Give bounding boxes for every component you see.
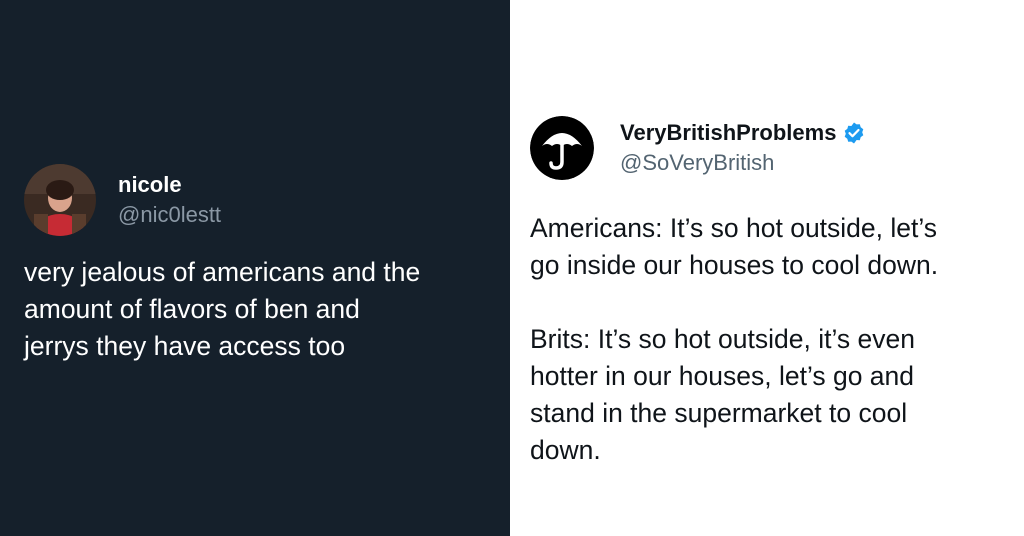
tweet-text: very jealous of americans and the amount… xyxy=(24,257,421,361)
tweet-header: nicole @nic0lestt xyxy=(24,164,494,236)
display-name[interactable]: VeryBritishProblems xyxy=(620,118,836,148)
umbrella-logo-icon xyxy=(530,116,594,180)
display-name-row: VeryBritishProblems xyxy=(620,118,866,148)
avatar-photo-icon xyxy=(24,164,96,236)
handle[interactable]: @nic0lestt xyxy=(118,200,221,230)
tweet-paragraph-2: Brits: It’s so hot outside, it’s even ho… xyxy=(530,324,915,465)
tweet-header: VeryBritishProblems @SoVeryBritish xyxy=(530,116,1000,180)
avatar[interactable] xyxy=(24,164,96,236)
tweet-paragraph-1: Americans: It’s so hot outside, let’s go… xyxy=(530,213,939,280)
handle[interactable]: @SoVeryBritish xyxy=(620,148,866,178)
verified-badge-icon xyxy=(845,122,864,144)
display-name[interactable]: nicole xyxy=(118,170,221,200)
tweet-nicole: nicole @nic0lestt very jealous of americ… xyxy=(24,164,494,365)
avatar[interactable] xyxy=(530,116,594,180)
tweet-verybritishproblems: VeryBritishProblems @SoVeryBritish Ameri… xyxy=(530,116,1000,469)
